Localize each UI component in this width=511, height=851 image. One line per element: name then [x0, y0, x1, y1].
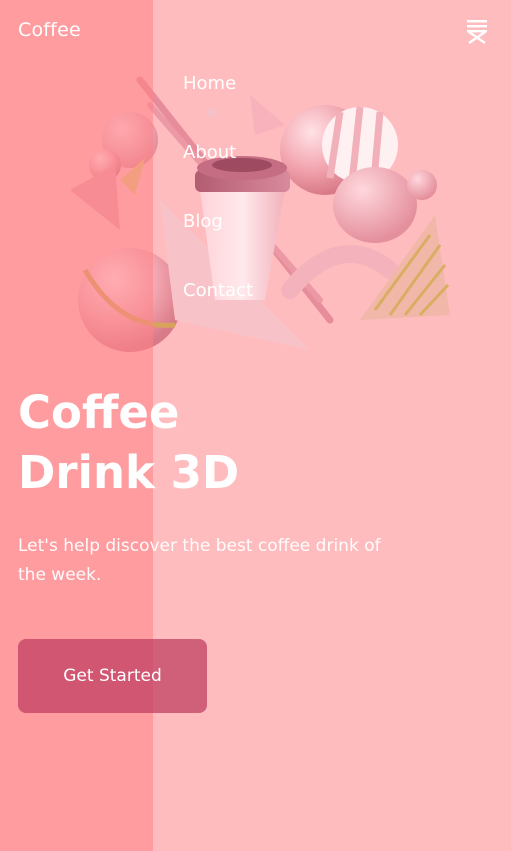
- hero-title: Coffee Drink 3D: [18, 383, 348, 503]
- menu-close-icon[interactable]: [465, 17, 489, 45]
- nav-item-about[interactable]: About: [183, 142, 253, 211]
- hero-title-line-2: Drink 3D: [18, 446, 240, 499]
- brand-logo[interactable]: Coffee: [18, 19, 81, 41]
- nav-item-contact[interactable]: Contact: [183, 280, 253, 349]
- get-started-button[interactable]: Get Started: [18, 639, 207, 713]
- nav-item-blog[interactable]: Blog: [183, 211, 253, 280]
- hero-subtitle: Let's help discover the best coffee drin…: [18, 536, 381, 585]
- hero-title-line-1: Coffee: [18, 386, 180, 439]
- nav-item-home[interactable]: Home: [183, 73, 253, 142]
- main-nav: Home About Blog Contact: [183, 73, 253, 349]
- page: Coffee Home About Blog Contact Coffee Dr…: [0, 0, 511, 851]
